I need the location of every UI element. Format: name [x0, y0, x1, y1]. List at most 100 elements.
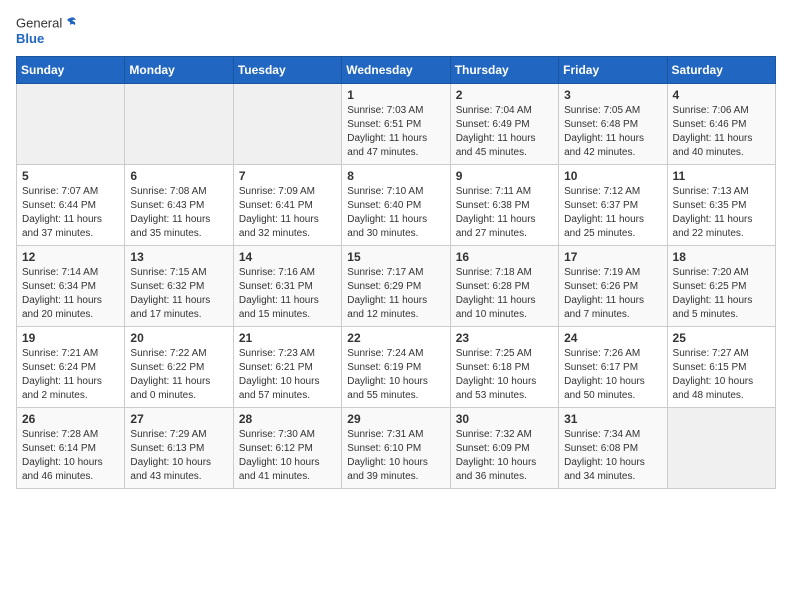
logo-text: General Blue: [16, 16, 78, 46]
day-info: Sunrise: 7:06 AM Sunset: 6:46 PM Dayligh…: [673, 104, 770, 160]
calendar-cell: 21Sunrise: 7:23 AM Sunset: 6:21 PM Dayli…: [233, 327, 341, 408]
day-number: 26: [22, 412, 119, 426]
day-number: 27: [130, 412, 227, 426]
calendar-cell: 11 Sunrise: 7:13 AM Sunset: 6:35 PM Dayli…: [667, 165, 775, 246]
day-info: Sunrise: 7:04 AM Sunset: 6:49 PM Dayligh…: [456, 104, 553, 160]
day-info: Sunrise: 7:34 AM Sunset: 6:08 PM Dayligh…: [564, 428, 661, 484]
day-number: 8: [347, 169, 444, 183]
logo-bird-icon: [62, 16, 78, 32]
day-info: Sunrise: 7:29 AM Sunset: 6:13 PM Dayligh…: [130, 428, 227, 484]
calendar-cell: 14 Sunrise: 7:16 AM Sunset: 6:31 PM Dayli…: [233, 246, 341, 327]
calendar-cell: 6 Sunrise: 7:08 AM Sunset: 6:43 PM Daylig…: [125, 165, 233, 246]
day-info: Sunrise: 7:14 AM Sunset: 6:34 PM Dayligh…: [22, 266, 119, 322]
day-number: 9: [456, 169, 553, 183]
day-number: 11: [673, 169, 770, 183]
calendar-cell: 23 Sunrise: 7:25 AM Sunset: 6:18 PM Dayli…: [450, 327, 558, 408]
calendar-cell: 20 Sunrise: 7:22 AM Sunset: 6:22 PM Dayli…: [125, 327, 233, 408]
day-number: 22: [347, 331, 444, 345]
day-info: Sunrise: 7:12 AM Sunset: 6:37 PM Dayligh…: [564, 185, 661, 241]
day-info: Sunrise: 7:21 AM Sunset: 6:24 PM Dayligh…: [22, 347, 119, 403]
calendar-cell: [125, 84, 233, 165]
day-info: Sunrise: 7:15 AM Sunset: 6:32 PM Dayligh…: [130, 266, 227, 322]
weekday-header-sunday: Sunday: [17, 57, 125, 84]
day-number: 24: [564, 331, 661, 345]
day-info: Sunrise: 7:09 AM Sunset: 6:41 PM Dayligh…: [239, 185, 336, 241]
calendar-cell: 10 Sunrise: 7:12 AM Sunset: 6:37 PM Dayli…: [559, 165, 667, 246]
day-info: Sunrise: 7:30 AM Sunset: 6:12 PM Dayligh…: [239, 428, 336, 484]
day-number: 14: [239, 250, 336, 264]
week-row-5: 26 Sunrise: 7:28 AM Sunset: 6:14 PM Dayli…: [17, 408, 776, 489]
day-info: Sunrise: 7:08 AM Sunset: 6:43 PM Dayligh…: [130, 185, 227, 241]
calendar-table: SundayMondayTuesdayWednesdayThursdayFrid…: [16, 56, 776, 489]
day-number: 31: [564, 412, 661, 426]
day-number: 5: [22, 169, 119, 183]
day-number: 23: [456, 331, 553, 345]
day-info: Sunrise: 7:32 AM Sunset: 6:09 PM Dayligh…: [456, 428, 553, 484]
day-info: Sunrise: 7:10 AM Sunset: 6:40 PM Dayligh…: [347, 185, 444, 241]
calendar-cell: 25Sunrise: 7:27 AM Sunset: 6:15 PM Dayli…: [667, 327, 775, 408]
day-info: Sunrise: 7:20 AM Sunset: 6:25 PM Dayligh…: [673, 266, 770, 322]
calendar-cell: [667, 408, 775, 489]
calendar-cell: 2Sunrise: 7:04 AM Sunset: 6:49 PM Daylig…: [450, 84, 558, 165]
weekday-header-wednesday: Wednesday: [342, 57, 450, 84]
day-info: Sunrise: 7:25 AM Sunset: 6:18 PM Dayligh…: [456, 347, 553, 403]
calendar-cell: 1 Sunrise: 7:03 AM Sunset: 6:51 PM Daylig…: [342, 84, 450, 165]
week-row-2: 5Sunrise: 7:07 AM Sunset: 6:44 PM Daylig…: [17, 165, 776, 246]
day-number: 7: [239, 169, 336, 183]
day-info: Sunrise: 7:28 AM Sunset: 6:14 PM Dayligh…: [22, 428, 119, 484]
calendar-cell: 22 Sunrise: 7:24 AM Sunset: 6:19 PM Dayli…: [342, 327, 450, 408]
day-number: 17: [564, 250, 661, 264]
calendar-cell: 5Sunrise: 7:07 AM Sunset: 6:44 PM Daylig…: [17, 165, 125, 246]
week-row-4: 19 Sunrise: 7:21 AM Sunset: 6:24 PM Dayli…: [17, 327, 776, 408]
day-info: Sunrise: 7:27 AM Sunset: 6:15 PM Dayligh…: [673, 347, 770, 403]
day-info: Sunrise: 7:05 AM Sunset: 6:48 PM Dayligh…: [564, 104, 661, 160]
calendar-cell: 19 Sunrise: 7:21 AM Sunset: 6:24 PM Dayli…: [17, 327, 125, 408]
calendar-cell: 28 Sunrise: 7:30 AM Sunset: 6:12 PM Dayli…: [233, 408, 341, 489]
weekday-header-thursday: Thursday: [450, 57, 558, 84]
calendar-cell: 16Sunrise: 7:18 AM Sunset: 6:28 PM Dayli…: [450, 246, 558, 327]
logo: General Blue: [16, 16, 78, 46]
day-number: 19: [22, 331, 119, 345]
day-number: 16: [456, 250, 553, 264]
day-info: Sunrise: 7:19 AM Sunset: 6:26 PM Dayligh…: [564, 266, 661, 322]
day-info: Sunrise: 7:03 AM Sunset: 6:51 PM Dayligh…: [347, 104, 444, 160]
week-row-3: 12Sunrise: 7:14 AM Sunset: 6:34 PM Dayli…: [17, 246, 776, 327]
calendar-cell: [17, 84, 125, 165]
weekday-header-saturday: Saturday: [667, 57, 775, 84]
day-info: Sunrise: 7:13 AM Sunset: 6:35 PM Dayligh…: [673, 185, 770, 241]
calendar-cell: 27 Sunrise: 7:29 AM Sunset: 6:13 PM Dayli…: [125, 408, 233, 489]
day-number: 1: [347, 88, 444, 102]
weekday-header-friday: Friday: [559, 57, 667, 84]
day-number: 10: [564, 169, 661, 183]
calendar-cell: 13 Sunrise: 7:15 AM Sunset: 6:32 PM Dayli…: [125, 246, 233, 327]
day-info: Sunrise: 7:26 AM Sunset: 6:17 PM Dayligh…: [564, 347, 661, 403]
day-info: Sunrise: 7:22 AM Sunset: 6:22 PM Dayligh…: [130, 347, 227, 403]
day-info: Sunrise: 7:17 AM Sunset: 6:29 PM Dayligh…: [347, 266, 444, 322]
day-number: 29: [347, 412, 444, 426]
day-number: 18: [673, 250, 770, 264]
calendar-cell: 15 Sunrise: 7:17 AM Sunset: 6:29 PM Dayli…: [342, 246, 450, 327]
page-header: General Blue: [16, 16, 776, 46]
day-number: 6: [130, 169, 227, 183]
day-info: Sunrise: 7:24 AM Sunset: 6:19 PM Dayligh…: [347, 347, 444, 403]
day-info: Sunrise: 7:16 AM Sunset: 6:31 PM Dayligh…: [239, 266, 336, 322]
day-number: 20: [130, 331, 227, 345]
calendar-cell: 26 Sunrise: 7:28 AM Sunset: 6:14 PM Dayli…: [17, 408, 125, 489]
weekday-header-row: SundayMondayTuesdayWednesdayThursdayFrid…: [17, 57, 776, 84]
day-number: 21: [239, 331, 336, 345]
calendar-cell: 31 Sunrise: 7:34 AM Sunset: 6:08 PM Dayli…: [559, 408, 667, 489]
calendar-cell: [233, 84, 341, 165]
calendar-cell: 24 Sunrise: 7:26 AM Sunset: 6:17 PM Dayli…: [559, 327, 667, 408]
calendar-cell: 4Sunrise: 7:06 AM Sunset: 6:46 PM Daylig…: [667, 84, 775, 165]
day-number: 28: [239, 412, 336, 426]
calendar-cell: 12Sunrise: 7:14 AM Sunset: 6:34 PM Dayli…: [17, 246, 125, 327]
calendar-cell: 9 Sunrise: 7:11 AM Sunset: 6:38 PM Daylig…: [450, 165, 558, 246]
day-number: 13: [130, 250, 227, 264]
calendar-cell: 18 Sunrise: 7:20 AM Sunset: 6:25 PM Dayli…: [667, 246, 775, 327]
day-number: 15: [347, 250, 444, 264]
day-number: 30: [456, 412, 553, 426]
weekday-header-tuesday: Tuesday: [233, 57, 341, 84]
calendar-cell: 3Sunrise: 7:05 AM Sunset: 6:48 PM Daylig…: [559, 84, 667, 165]
calendar-cell: 17 Sunrise: 7:19 AM Sunset: 6:26 PM Dayli…: [559, 246, 667, 327]
day-info: Sunrise: 7:11 AM Sunset: 6:38 PM Dayligh…: [456, 185, 553, 241]
